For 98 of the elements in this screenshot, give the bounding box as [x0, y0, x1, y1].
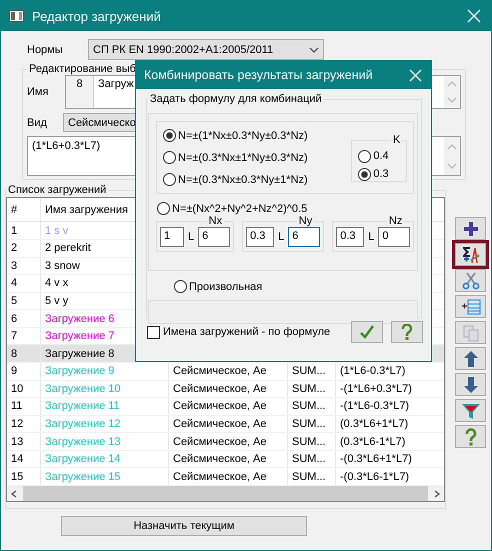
- close-icon[interactable]: [409, 68, 422, 82]
- checkmark-icon: [359, 324, 375, 340]
- load-name[interactable]: 4 v x: [45, 277, 68, 290]
- table-cell: Сейсмическое, Ae: [173, 470, 266, 483]
- load-name[interactable]: 2 perekrit: [45, 242, 91, 254]
- formula-option: N=±(0.3*Nx±0.3*Ny±1*Nz): [178, 174, 308, 186]
- row-number: 15: [11, 470, 24, 483]
- table-cell: (0.3*L6+1*L7): [340, 418, 408, 430]
- field-label: Нормы: [27, 44, 64, 56]
- help-button[interactable]: [391, 321, 423, 343]
- toolbar-button[interactable]: [455, 243, 486, 266]
- group-title: Nx: [208, 215, 224, 227]
- filter-icon: [460, 402, 480, 420]
- field-label: L: [368, 231, 374, 243]
- sigma-chart-icon: [460, 246, 480, 264]
- table-cell: Сейсмическое, Ae: [173, 400, 266, 412]
- table-cell: -(1*L6-0.3*L7): [340, 400, 410, 412]
- table-cell: -(1*L6+0.3*L7): [340, 382, 412, 395]
- k-option: 0.3: [373, 168, 389, 180]
- group-title: K: [392, 134, 402, 146]
- field-label: Имя: [27, 86, 50, 98]
- factor-field[interactable]: 1: [160, 227, 184, 247]
- table-cell: Сейсмическое, Ae: [173, 382, 266, 395]
- table-cell: SUM...: [292, 453, 326, 466]
- row-number: 13: [11, 436, 24, 448]
- row-number: 9: [11, 365, 18, 378]
- factor-field[interactable]: 0.3: [246, 227, 274, 247]
- load-number-field[interactable]: 6: [198, 227, 230, 247]
- norms-dropdown[interactable]: СП РК EN 1990:2002+A1:2005/2011: [88, 39, 324, 60]
- app-icon: [9, 10, 24, 22]
- radio-button[interactable]: [163, 173, 176, 186]
- row-number: 2: [11, 242, 18, 254]
- table-cell: SUM...: [292, 400, 326, 412]
- window-title: Редактор загружений: [32, 8, 162, 24]
- table-cell: Сейсмическое, Ae: [173, 365, 266, 378]
- row-number: 5: [11, 294, 18, 307]
- k-option: 0.4: [373, 150, 389, 162]
- dialog-title: Комбинировать результаты загружений: [144, 68, 374, 82]
- checkbox-label: Имена загружений - по формуле: [163, 326, 330, 338]
- checkbox[interactable]: [147, 326, 160, 338]
- field-label: L: [188, 231, 194, 243]
- table-cell: SUM...: [292, 365, 326, 378]
- custom-option: Произвольная: [189, 280, 262, 292]
- table-cell: Сейсмическое, Ae: [173, 436, 266, 448]
- load-number-field[interactable]: 6: [288, 227, 320, 247]
- row-number: 3: [11, 260, 18, 272]
- assign-current-button[interactable]: Назначить текущим: [61, 516, 307, 536]
- table-cell: -(0.3*L6+1*L7): [340, 453, 412, 466]
- group-title: Список загружений: [7, 184, 108, 196]
- radio-button[interactable]: [358, 168, 372, 180]
- row-number: 7: [11, 330, 18, 342]
- radio-button[interactable]: [163, 129, 176, 142]
- question-mark-icon: [399, 324, 415, 340]
- field-label: Вид: [27, 116, 48, 128]
- load-number-field[interactable]: 0: [378, 227, 410, 247]
- row-number: 12: [11, 418, 24, 430]
- chevron-down-icon: [309, 46, 319, 52]
- group-title: Редактирование выб: [28, 63, 137, 75]
- table-cell: (1*L6-0.3*L7): [340, 365, 406, 378]
- table-cell: -(0.3*L6-1*L7): [340, 470, 410, 483]
- row-number: 8: [11, 348, 18, 360]
- group-title: Задать формулу для комбинаций: [149, 93, 323, 105]
- group-title: Nz: [388, 215, 404, 227]
- row-number: 10: [11, 382, 24, 395]
- table-cell: SUM...: [292, 436, 326, 448]
- row-number: 6: [11, 312, 18, 325]
- row-number: 4: [11, 277, 18, 290]
- load-name[interactable]: 3 snow: [45, 260, 80, 272]
- scissors-icon: [460, 272, 480, 290]
- radio-button[interactable]: [163, 151, 176, 164]
- table-cell: SUM...: [292, 382, 326, 395]
- formula-option: N=±(Nx^2+Ny^2+Nz^2)^0.5: [172, 202, 308, 214]
- factor-field[interactable]: 0.3: [336, 227, 364, 247]
- table-cell: SUM...: [292, 418, 326, 430]
- formula-option: N=±(1*Nx±0.3*Ny±0.3*Nz): [178, 130, 308, 142]
- field-label: L: [278, 231, 284, 243]
- radio-button[interactable]: [157, 202, 170, 215]
- row-number: 1: [11, 224, 18, 237]
- copy-icon: [460, 324, 480, 342]
- formula-option: N=±(0.3*Nx±1*Ny±0.3*Nz): [178, 152, 308, 164]
- table-cell: Сейсмическое, Ae: [173, 453, 266, 466]
- insert-rows-icon: [460, 298, 480, 316]
- table-cell: (0.3*L6-1*L7): [340, 436, 406, 448]
- ok-button[interactable]: [351, 321, 383, 343]
- group-title: Ny: [298, 215, 314, 227]
- row-number: 14: [11, 453, 24, 466]
- table-cell: SUM...: [292, 470, 326, 483]
- radio-button[interactable]: [174, 280, 187, 293]
- column-header[interactable]: #: [7, 198, 41, 222]
- radio-button[interactable]: [358, 150, 372, 162]
- row-number: 11: [11, 400, 22, 412]
- scrollbar-thumb[interactable]: [23, 486, 428, 502]
- load-name[interactable]: Загружение 8: [45, 348, 114, 360]
- table-cell: Сейсмическое, Ae: [173, 418, 266, 430]
- toolbar-button[interactable]: [455, 217, 486, 240]
- custom-formula-field[interactable]: [148, 300, 418, 324]
- load-name[interactable]: 5 v y: [45, 294, 68, 307]
- close-icon[interactable]: [467, 9, 481, 23]
